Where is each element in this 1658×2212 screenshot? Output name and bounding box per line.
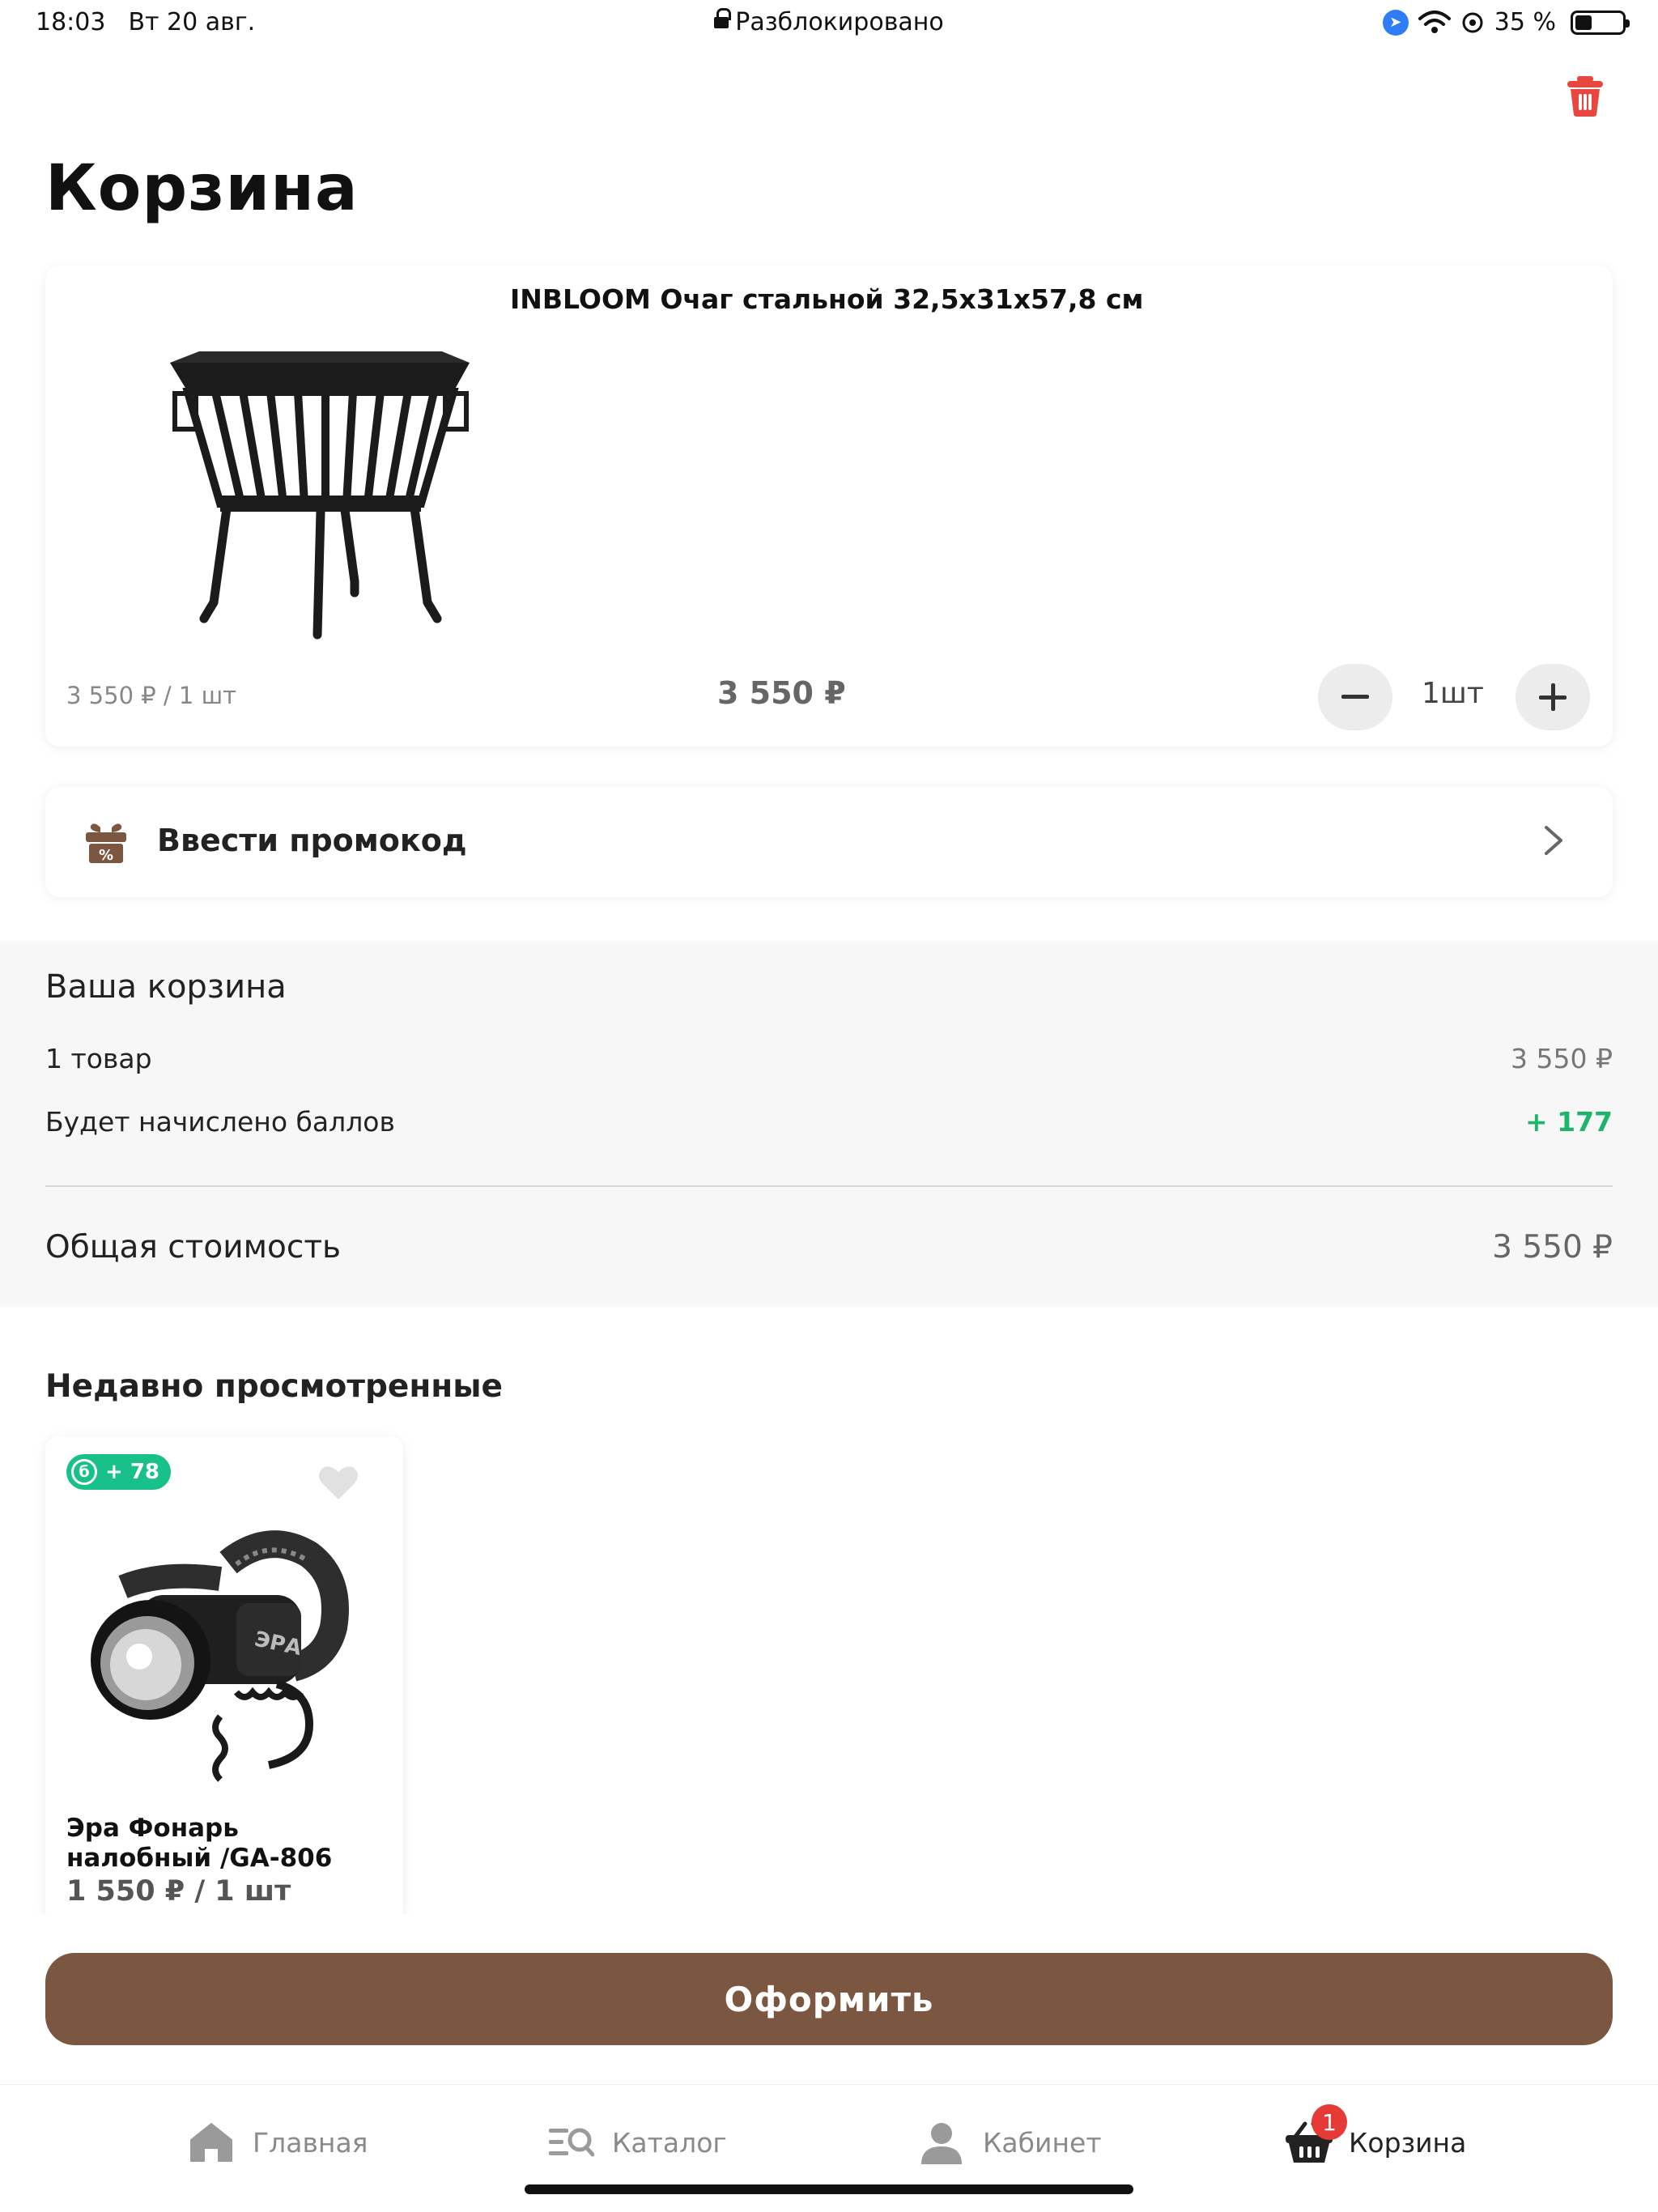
checkout-area: Оформить	[0, 1914, 1658, 2082]
bonus-points: + 78	[105, 1460, 160, 1484]
promo-code-label: Ввести промокод	[157, 823, 467, 858]
tab-catalog[interactable]: Каталог	[547, 2114, 727, 2171]
product-title[interactable]: INBLOOM Очаг стальной 32,5x31x57,8 см	[510, 283, 1143, 315]
status-bar: 18:03 Вт 20 авг. Разблокировано ➤ 35 %	[0, 0, 1658, 45]
total-value: 3 550 ₽	[1492, 1229, 1613, 1266]
svg-text:%: %	[99, 847, 113, 864]
total-label: Общая стоимость	[45, 1229, 342, 1266]
home-icon	[190, 2123, 232, 2162]
plus-icon	[1539, 683, 1567, 711]
bonus-value: + 177	[1524, 1106, 1613, 1138]
battery-icon	[1571, 10, 1630, 35]
tab-home-label: Главная	[253, 2126, 368, 2159]
tab-catalog-label: Каталог	[612, 2126, 727, 2159]
cart-item-card[interactable]: INBLOOM Очаг стальной 32,5x31x57,8 см 3 …	[45, 266, 1613, 747]
recent-product-card[interactable]: б + 78 ЭРА Эра Фонарь налобный /GA-806 1…	[45, 1436, 403, 1922]
battery-percent: 35 %	[1494, 8, 1556, 36]
chevron-right-icon	[1545, 826, 1562, 855]
recent-product-price: 1 550 ₽ / 1 шт	[66, 1875, 291, 1908]
vpn-icon	[1462, 12, 1483, 32]
lock-status-label: Разблокировано	[735, 8, 944, 36]
basket-icon-wrap: 1	[1284, 2104, 1347, 2166]
headlamp-image[interactable]: ЭРА	[66, 1498, 403, 1822]
increase-quantity-button[interactable]	[1516, 664, 1590, 730]
items-sum-value: 3 550 ₽	[1511, 1043, 1613, 1074]
promo-code-row[interactable]: % Ввести промокод	[45, 787, 1613, 897]
summary-divider	[45, 1185, 1613, 1187]
line-total: 3 550 ₽	[717, 675, 846, 711]
heart-icon[interactable]	[317, 1464, 359, 1501]
decrease-quantity-button[interactable]	[1318, 664, 1392, 730]
catalog-icon	[549, 2128, 594, 2157]
cart-summary: Ваша корзина 1 товар 3 550 ₽ Будет начис…	[0, 941, 1658, 1307]
profile-icon	[921, 2123, 962, 2164]
summary-title: Ваша корзина	[45, 968, 287, 1006]
items-count-label: 1 товар	[45, 1043, 152, 1074]
bonus-badge: б + 78	[66, 1454, 172, 1490]
quantity-value: 1шт	[1422, 677, 1484, 710]
bonus-letter: б	[71, 1459, 97, 1485]
home-indicator	[525, 2184, 1133, 2194]
lock-icon	[714, 8, 732, 28]
tab-cart[interactable]: 1 Корзина	[1284, 2104, 1467, 2171]
bonus-label: Будет начислено баллов	[45, 1106, 395, 1138]
tab-cart-label: Корзина	[1349, 2126, 1467, 2159]
trash-icon	[1567, 76, 1603, 117]
product-image[interactable]	[142, 304, 499, 644]
tab-home[interactable]: Главная	[188, 2114, 368, 2171]
tab-cabinet[interactable]: Кабинет	[918, 2114, 1102, 2171]
unit-price: 3 550 ₽ / 1 шт	[66, 682, 236, 709]
page-title: Корзина	[45, 152, 359, 225]
gift-percent-icon: %	[86, 823, 126, 864]
location-icon: ➤	[1382, 9, 1409, 36]
wifi-icon	[1418, 10, 1451, 33]
recent-product-name: Эра Фонарь налобный /GA-806	[66, 1814, 333, 1873]
tab-cabinet-label: Кабинет	[983, 2126, 1102, 2159]
checkout-button[interactable]: Оформить	[45, 1953, 1613, 2045]
cart-count-badge: 1	[1312, 2104, 1347, 2140]
minus-icon	[1341, 695, 1369, 699]
recently-viewed-title: Недавно просмотренные	[45, 1368, 503, 1405]
clear-cart-button[interactable]	[1561, 71, 1609, 120]
status-indicators: ➤ 35 %	[1382, 8, 1630, 36]
